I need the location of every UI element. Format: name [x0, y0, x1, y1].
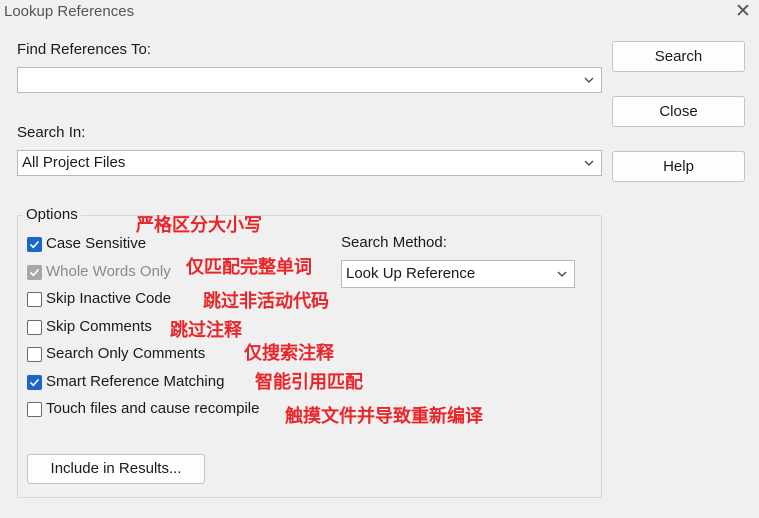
- checkbox-label: Whole Words Only: [46, 263, 171, 280]
- checkbox-box[interactable]: [27, 320, 42, 335]
- checkbox-box[interactable]: [27, 402, 42, 417]
- annotation-smart-matching: 智能引用匹配: [255, 372, 363, 393]
- touch-files-recompile-checkbox[interactable]: Touch files and cause recompile: [27, 400, 287, 420]
- search-method-combo[interactable]: Look Up Reference: [341, 260, 575, 288]
- annotation-skip-comments: 跳过注释: [170, 320, 242, 341]
- checkmark-icon: [29, 268, 40, 277]
- checkbox-label: Smart Reference Matching: [46, 373, 225, 390]
- annotation-case-sensitive: 严格区分大小写: [136, 215, 262, 236]
- close-button[interactable]: Close: [612, 96, 745, 127]
- close-icon[interactable]: ✕: [733, 1, 753, 23]
- skip-comments-checkbox[interactable]: Skip Comments: [27, 318, 177, 338]
- whole-words-only-checkbox[interactable]: Whole Words Only: [27, 263, 187, 283]
- options-group-label: Options: [23, 206, 81, 223]
- include-in-results-button[interactable]: Include in Results...: [27, 454, 205, 484]
- annotation-skip-inactive: 跳过非活动代码: [203, 291, 329, 312]
- search-method-value: Look Up Reference: [346, 265, 476, 282]
- case-sensitive-checkbox[interactable]: Case Sensitive: [27, 235, 167, 255]
- find-references-combo[interactable]: [17, 67, 602, 93]
- annotation-touch-files: 触摸文件并导致重新编译: [285, 406, 483, 427]
- checkbox-label: Touch files and cause recompile: [46, 400, 260, 417]
- window-title: Lookup References: [4, 3, 135, 20]
- help-button[interactable]: Help: [612, 151, 745, 182]
- checkbox-label: Skip Inactive Code: [46, 290, 172, 307]
- checkbox-box[interactable]: [27, 265, 42, 280]
- search-method-label: Search Method:: [341, 234, 447, 251]
- annotation-whole-words: 仅匹配完整单词: [186, 257, 312, 278]
- find-references-label: Find References To:: [17, 41, 151, 58]
- search-only-comments-checkbox[interactable]: Search Only Comments: [27, 345, 227, 365]
- checkbox-label: Search Only Comments: [46, 345, 206, 362]
- checkbox-label: Case Sensitive: [46, 235, 147, 252]
- chevron-down-icon[interactable]: [583, 151, 595, 175]
- search-in-label: Search In:: [17, 124, 86, 141]
- checkbox-box[interactable]: [27, 375, 42, 390]
- checkbox-box[interactable]: [27, 237, 42, 252]
- checkmark-icon: [29, 240, 40, 249]
- checkmark-icon: [29, 378, 40, 387]
- chevron-down-icon[interactable]: [583, 68, 595, 92]
- smart-reference-matching-checkbox[interactable]: Smart Reference Matching: [27, 373, 247, 393]
- skip-inactive-code-checkbox[interactable]: Skip Inactive Code: [27, 290, 197, 310]
- search-button[interactable]: Search: [612, 41, 745, 72]
- checkbox-label: Skip Comments: [46, 318, 152, 335]
- search-in-value: All Project Files: [22, 154, 126, 171]
- annotation-search-only-comments: 仅搜索注释: [244, 343, 334, 364]
- checkbox-box[interactable]: [27, 347, 42, 362]
- checkbox-box[interactable]: [27, 292, 42, 307]
- search-in-combo[interactable]: All Project Files: [17, 150, 602, 176]
- chevron-down-icon[interactable]: [556, 262, 568, 286]
